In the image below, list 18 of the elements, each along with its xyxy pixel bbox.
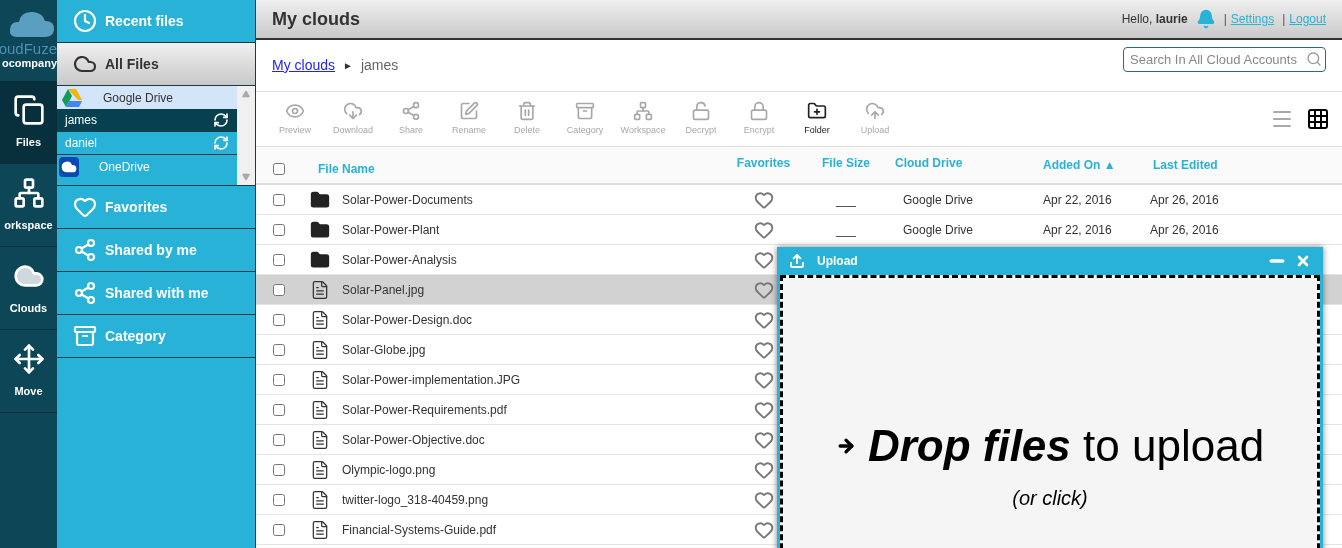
separator-text: | xyxy=(1223,11,1227,28)
file-size: ___ xyxy=(835,191,857,209)
breadcrumb-current: james xyxy=(360,56,399,75)
added-date: Apr 22, 2016 xyxy=(1043,221,1113,239)
cloud-drive-cell-text: Google Drive xyxy=(902,221,975,239)
greeting-text: Hello, laurie xyxy=(1121,11,1188,28)
page-title: My clouds xyxy=(272,7,360,31)
drop-hint: (or click) xyxy=(1012,486,1088,511)
cloud-drive-cell-text: Google Drive xyxy=(902,191,975,209)
edited-date: Apr 26, 2016 xyxy=(1150,221,1220,239)
logo-text: oudFuze xyxy=(0,41,57,57)
panel-title: Upload xyxy=(817,253,858,270)
file-size: ___ xyxy=(835,221,857,239)
logo-text: ocompany xyxy=(2,57,57,70)
separator-text: | xyxy=(1282,11,1286,28)
edited-date: Apr 26, 2016 xyxy=(1150,191,1220,209)
added-date: Apr 22, 2016 xyxy=(1043,191,1113,209)
breadcrumb-separator: ► xyxy=(343,59,353,73)
